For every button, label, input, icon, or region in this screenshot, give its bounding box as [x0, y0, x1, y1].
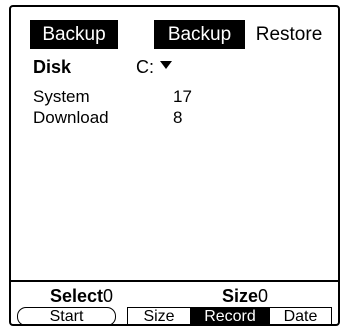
- window-frame: [9, 5, 340, 326]
- list-item-name: Download: [33, 108, 109, 127]
- sort-date-button[interactable]: Date: [269, 307, 332, 326]
- backup-list: System 17 Download 8: [33, 86, 323, 128]
- list-item[interactable]: Download 8: [33, 107, 323, 128]
- start-button[interactable]: Start: [17, 307, 116, 326]
- tab-backup[interactable]: Backup: [154, 20, 245, 49]
- app-title: Backup: [30, 20, 118, 49]
- select-label: Select: [50, 286, 104, 306]
- select-count: Select0: [50, 285, 113, 307]
- footer-divider: [11, 280, 338, 282]
- size-label: Size: [222, 286, 259, 306]
- size-value: 0: [258, 286, 269, 306]
- sort-record-button[interactable]: Record: [191, 307, 269, 326]
- list-item[interactable]: System 17: [33, 86, 323, 107]
- tab-restore[interactable]: Restore: [252, 20, 326, 49]
- list-item-count: 8: [173, 108, 183, 127]
- list-item-count: 17: [173, 87, 192, 106]
- triangle-down-icon[interactable]: [160, 61, 172, 69]
- select-value: 0: [103, 286, 114, 306]
- disk-label: Disk: [33, 57, 72, 77]
- sort-size-button[interactable]: Size: [127, 307, 191, 326]
- size-total: Size0: [222, 285, 268, 307]
- disk-select-value[interactable]: C:: [136, 56, 154, 78]
- list-item-name: System: [33, 87, 90, 106]
